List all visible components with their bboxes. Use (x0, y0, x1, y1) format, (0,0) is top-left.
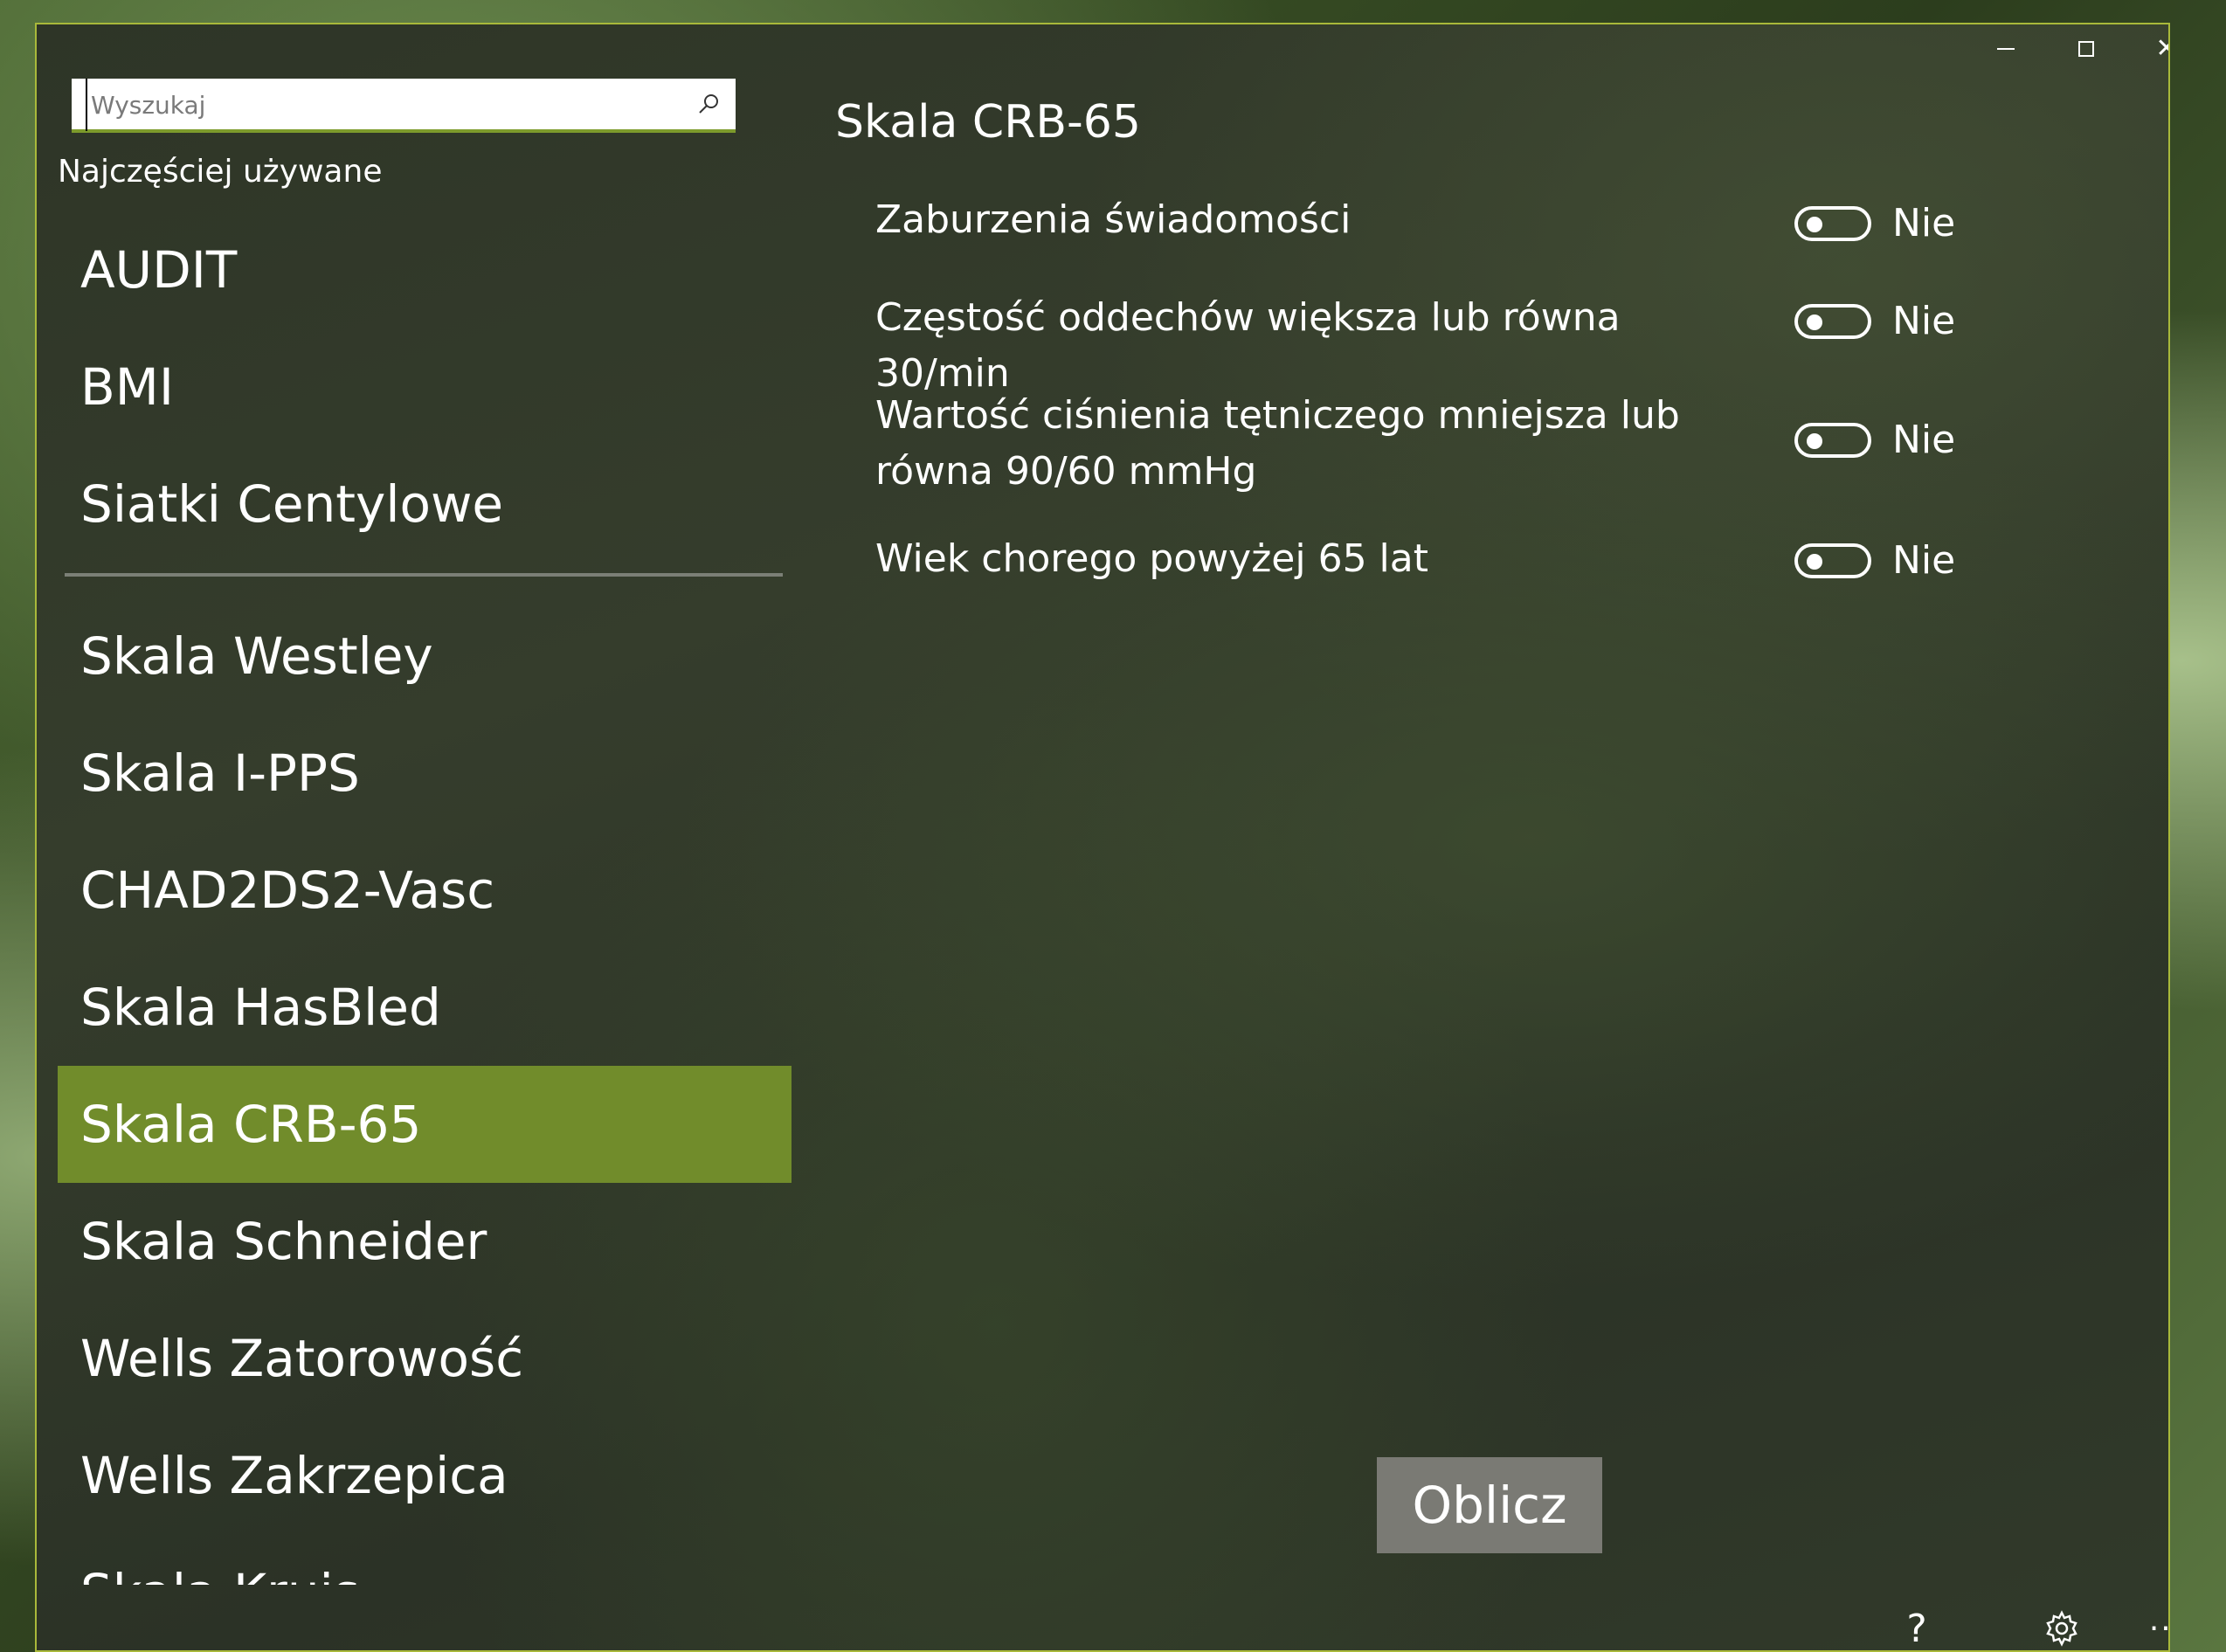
criterion-toggle[interactable] (1794, 543, 1871, 578)
nav-item-skala-schneider[interactable]: Skala Schneider (58, 1183, 792, 1300)
criterion-toggle[interactable] (1794, 206, 1871, 241)
toggle-state-label: Nie (1892, 201, 1956, 245)
nav-item-chad2ds2-vasc[interactable]: CHAD2DS2-Vasc (58, 832, 792, 949)
nav-item-wells-zatorowosc[interactable]: Wells Zatorowość (58, 1300, 792, 1417)
nav-item-skala-crb-65[interactable]: Skala CRB-65 (58, 1066, 792, 1183)
nav-item-audit[interactable]: AUDIT (58, 211, 792, 328)
nav-item-skala-hasbled[interactable]: Skala HasBled (58, 949, 792, 1066)
nav-item-bmi[interactable]: BMI (58, 328, 792, 446)
calculate-button[interactable]: Oblicz (1377, 1457, 1602, 1553)
nav-item-skala-i-pps[interactable]: Skala I-PPS (58, 715, 792, 832)
app-window: ✕ Najczęściej używane AUDIT BMI Siatki C… (35, 23, 2170, 1652)
toggle-state-label: Nie (1892, 418, 1956, 462)
help-icon[interactable]: ? (1889, 1600, 1945, 1651)
calculator-list[interactable]: AUDIT BMI Siatki Centylowe Skala Westley… (58, 211, 792, 1585)
search-box[interactable] (72, 79, 736, 133)
criterion-toggle[interactable] (1794, 423, 1871, 458)
toggle-knob (1807, 554, 1822, 570)
close-icon: ✕ (2155, 36, 2168, 62)
maximize-icon (2078, 41, 2094, 57)
criterion-label: Wiek chorego powyżej 65 lat (875, 536, 1428, 581)
toggle-knob (1807, 217, 1822, 232)
nav-item-siatki-centylowe[interactable]: Siatki Centylowe (58, 446, 792, 563)
nav-item-skala-westley[interactable]: Skala Westley (58, 598, 792, 715)
toggle-knob (1807, 433, 1822, 449)
close-button[interactable]: ✕ (2126, 26, 2168, 72)
toggle-knob (1807, 315, 1822, 330)
nav-item-wells-zakrzepica[interactable]: Wells Zakrzepica (58, 1417, 792, 1534)
criterion-label: Wartość ciśnienia tętniczego mniejsza lu… (875, 393, 1680, 494)
criterion-toggle[interactable] (1794, 304, 1871, 339)
minimize-button[interactable] (1966, 26, 2046, 72)
maximize-button[interactable] (2046, 26, 2126, 72)
search-input[interactable] (86, 79, 669, 131)
nav-item-skala-kruis[interactable]: Skala Kruis (58, 1534, 792, 1585)
frequent-divider (65, 573, 783, 577)
minimize-icon (1997, 48, 2015, 50)
frequent-section-label: Najczęściej używane (58, 154, 383, 190)
search-icon[interactable] (695, 91, 722, 117)
more-options-icon[interactable]: ··· (2139, 1600, 2168, 1650)
gear-glyph (2046, 1610, 2077, 1647)
toggle-state-label: Nie (1892, 538, 1956, 583)
page-title: Skala CRB-65 (835, 96, 1141, 149)
gear-icon[interactable] (2034, 1600, 2090, 1650)
criterion-label: Częstość oddechów większa lub równa 30/m… (875, 295, 1621, 396)
criterion-label: Zaburzenia świadomości (875, 197, 1352, 242)
toggle-state-label: Nie (1892, 299, 1956, 343)
